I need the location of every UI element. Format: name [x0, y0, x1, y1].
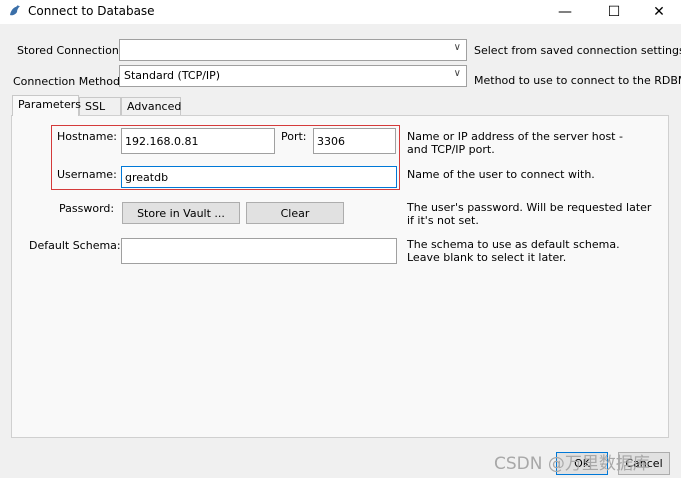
- username-field[interactable]: greatdb: [121, 166, 397, 188]
- hostname-field[interactable]: 192.168.0.81: [121, 128, 275, 154]
- watermark-text: CSDN @万里数据库: [494, 454, 650, 474]
- port-field[interactable]: 3306: [313, 128, 396, 154]
- window-title: Connect to Database: [28, 4, 155, 18]
- password-label: Password:: [59, 202, 115, 215]
- username-hint: Name of the user to connect with.: [407, 168, 595, 181]
- password-hint: The user's password. Will be requested l…: [407, 201, 652, 227]
- tab-advanced[interactable]: Advanced: [121, 97, 181, 115]
- username-label: Username:: [57, 168, 117, 181]
- stored-connection-select[interactable]: ∨: [119, 39, 467, 61]
- hostname-label: Hostname:: [57, 130, 117, 143]
- tab-ssl[interactable]: SSL: [79, 97, 121, 115]
- port-label: Port:: [281, 130, 307, 143]
- close-button[interactable]: ✕: [637, 0, 681, 24]
- store-in-vault-button[interactable]: Store in Vault ...: [122, 202, 240, 224]
- chevron-down-icon: ∨: [453, 68, 461, 79]
- hostname-hint: Name or IP address of the server host - …: [407, 130, 623, 156]
- stored-connection-label: Stored Connection:: [17, 44, 123, 57]
- default-schema-hint: The schema to use as default schema. Lea…: [407, 238, 620, 264]
- minimize-button[interactable]: —: [543, 0, 587, 24]
- connection-method-label: Connection Method:: [13, 75, 124, 88]
- maximize-button[interactable]: ☐: [592, 0, 636, 24]
- connection-method-hint: Method to use to connect to the RDBMS: [474, 74, 681, 87]
- connection-method-value: Standard (TCP/IP): [124, 69, 221, 82]
- chevron-down-icon: ∨: [453, 42, 461, 53]
- clear-password-button[interactable]: Clear: [246, 202, 344, 224]
- default-schema-field[interactable]: [121, 238, 397, 264]
- tab-parameters[interactable]: Parameters: [12, 95, 81, 116]
- connection-method-select[interactable]: Standard (TCP/IP) ∨: [119, 65, 467, 87]
- default-schema-label: Default Schema:: [29, 239, 121, 252]
- dolphin-app-icon: [8, 4, 22, 18]
- stored-connection-hint: Select from saved connection settings: [474, 44, 681, 57]
